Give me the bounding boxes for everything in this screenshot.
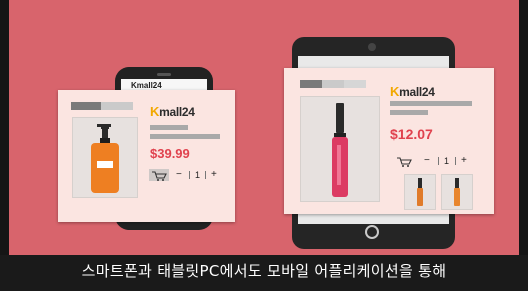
product-image-frame [72,117,138,198]
tab-inactive[interactable] [344,80,366,88]
quantity-stepper: − 1 + [149,169,227,181]
product-image-frame [300,96,380,202]
cart-button[interactable] [394,155,414,167]
tab-active[interactable] [71,102,101,110]
lip-gloss-icon [332,103,348,197]
phone-speaker [157,73,171,76]
product-price: $12.07 [390,126,433,142]
stepper-divider [438,157,439,165]
product-name-placeholder [390,101,472,106]
cart-button[interactable] [149,169,169,181]
lotion-bottle-icon [91,124,119,193]
decrease-button[interactable]: − [176,169,182,181]
stepper-divider [189,171,190,179]
subtitle-caption: 스마트폰과 태블릿PC에서도 모바일 어플리케이션을 통해 [81,262,447,280]
product-card-phone: Kmall24 $39.99 − 1 + [58,90,235,222]
kmall24-logo: Kmall24 [390,84,435,99]
tab-inactive[interactable] [101,102,133,110]
lip-gloss-small-icon [454,178,460,206]
product-name-placeholder [150,125,188,130]
phone-screen-logo: Kmall24 [131,81,162,90]
product-desc-placeholder [390,110,428,115]
letterbox-right [519,0,528,291]
cart-icon [152,171,167,181]
product-card-tablet: Kmall24 $12.07 − 1 + [284,68,494,214]
tab-inactive[interactable] [322,80,344,88]
cart-icon [397,157,412,167]
stepper-divider [455,157,456,165]
increase-button[interactable]: + [211,169,217,181]
quantity-value[interactable]: 1 [195,169,200,181]
kmall24-logo: Kmall24 [150,104,195,119]
product-price: $39.99 [150,146,190,161]
tablet-home-button [365,225,379,239]
video-frame: Kmall24 Kmall24 $39.99 − 1 + Kmall24 $12… [0,0,528,291]
variant-thumbnail[interactable] [441,174,473,210]
lip-gloss-small-icon [417,178,423,206]
product-desc-placeholder [150,134,220,139]
quantity-value[interactable]: 1 [444,155,449,167]
tablet-camera [368,43,376,51]
variant-thumbnail[interactable] [404,174,436,210]
decrease-button[interactable]: − [424,155,430,167]
stepper-divider [205,171,206,179]
quantity-stepper: − 1 + [394,155,478,167]
letterbox-left [0,0,9,291]
tab-active[interactable] [300,80,322,88]
increase-button[interactable]: + [461,155,467,167]
